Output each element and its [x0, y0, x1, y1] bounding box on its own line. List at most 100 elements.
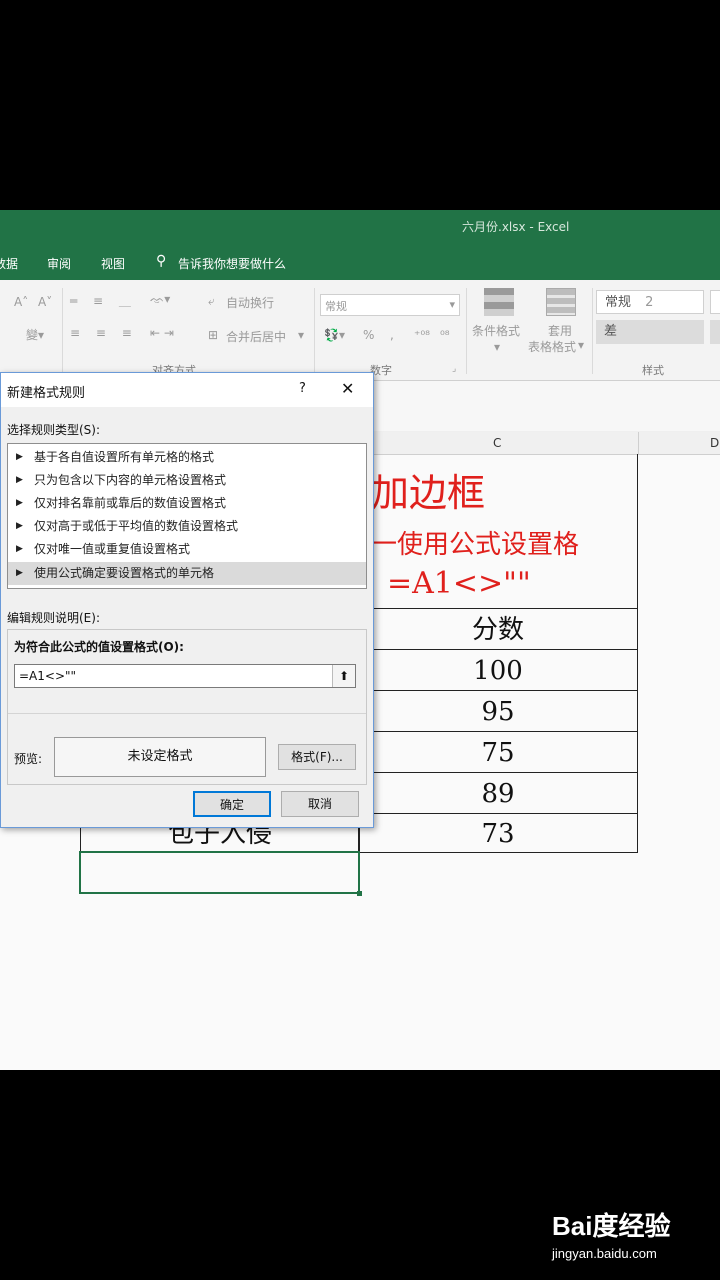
- triangle-right-icon: ▶: [16, 452, 23, 462]
- select-rule-type-label: 选择规则类型(S):: [7, 423, 101, 437]
- ribbon-home: A˄ A˅ 變▾ ═ ≡ ＿ ᨎ▾ ≡ ≡ ≡ ⇤ ⇥ ⤶ 自动换行 ⊞ 合并后…: [0, 280, 720, 381]
- style-number: 2: [645, 295, 654, 310]
- style-normal[interactable]: 常规 2: [596, 290, 704, 314]
- triangle-right-icon: ▶: [16, 498, 23, 508]
- score-value: 75: [481, 738, 515, 768]
- dialog-header: 新建格式规则 ? ✕: [1, 373, 373, 407]
- tell-me-input[interactable]: 告诉我你想要做什么: [178, 255, 286, 272]
- formula-label: 为符合此公式的值设置格式(O):: [14, 640, 184, 654]
- style-next[interactable]: [710, 290, 720, 314]
- title-line-1: 加边框: [371, 471, 486, 515]
- decrease-font-icon[interactable]: A˅: [38, 295, 52, 309]
- triangle-right-icon: ▶: [16, 544, 23, 554]
- table-row[interactable]: 75: [358, 731, 638, 773]
- group-separator: [62, 288, 63, 374]
- table-format-icon[interactable]: [546, 288, 576, 316]
- column-c-header[interactable]: C: [493, 436, 501, 450]
- number-format-select[interactable]: 常规 ▾: [320, 294, 460, 316]
- ribbon-tabs: 数据 审阅 视图 ⚲ 告诉我你想要做什么: [0, 244, 720, 280]
- list-item[interactable]: ▶ 仅对高于或低于平均值的数值设置格式: [8, 515, 366, 538]
- title-line-3: =A1<>"": [387, 566, 531, 601]
- decrease-decimal-icon[interactable]: ⁰⁸: [440, 328, 450, 342]
- tab-data[interactable]: 数据: [0, 255, 18, 272]
- number-format-value: 常规: [325, 300, 347, 313]
- window-title: 六月份.xlsx - Excel: [462, 220, 570, 234]
- conditional-format-button[interactable]: 条件格式: [472, 322, 520, 339]
- triangle-right-icon: ▶: [16, 521, 23, 531]
- score-value: 95: [481, 697, 515, 727]
- title-line-2: 一使用公式设置格: [371, 530, 580, 560]
- chevron-down-icon: ▾: [449, 298, 455, 311]
- list-item[interactable]: ▶ 基于各自值设置所有单元格的格式: [8, 446, 366, 469]
- edit-rule-desc-label: 编辑规则说明(E):: [7, 611, 100, 625]
- formula-input[interactable]: =A1<>"" ⬆: [14, 664, 356, 688]
- triangle-right-icon: ▶: [16, 568, 23, 578]
- score-value: 89: [481, 779, 515, 809]
- style-next-2[interactable]: [710, 320, 720, 344]
- rule-type-list[interactable]: ▶ 基于各自值设置所有单元格的格式 ▶ 只为包含以下内容的单元格设置格式 ▶ 仅对排名…: [7, 443, 367, 589]
- preview-text: 未设定格式: [127, 749, 193, 764]
- merge-center-button[interactable]: 合并后居中: [226, 328, 286, 345]
- list-item[interactable]: ▶ 仅对排名靠前或靠后的数值设置格式: [8, 492, 366, 515]
- group-styles-label: 样式: [642, 364, 664, 377]
- list-item[interactable]: ▶ 只为包含以下内容的单元格设置格式: [8, 469, 366, 492]
- dialog-title: 新建格式规则: [7, 386, 86, 401]
- table-format-label-2[interactable]: 表格格式: [528, 338, 576, 355]
- indent-icons[interactable]: ⇤ ⇥: [150, 326, 174, 340]
- score-header: 分数: [471, 615, 524, 645]
- chevron-down-icon[interactable]: ▾: [494, 340, 500, 354]
- align-left-icons[interactable]: ≡ ≡ ≡: [70, 326, 138, 340]
- table-format-label-1[interactable]: 套用: [548, 322, 572, 339]
- currency-icon[interactable]: 💱▾: [324, 328, 345, 342]
- score-value: 100: [473, 656, 523, 686]
- group-separator: [466, 288, 467, 374]
- phonetic-icon[interactable]: 變▾: [26, 326, 44, 343]
- format-preview: 未设定格式: [54, 737, 266, 777]
- selected-cell[interactable]: [79, 851, 362, 896]
- fill-handle[interactable]: [357, 891, 362, 896]
- chevron-down-icon[interactable]: ▾: [298, 328, 304, 342]
- tab-view[interactable]: 视图: [101, 255, 125, 272]
- list-item[interactable]: ▶ 仅对唯一值或重复值设置格式: [8, 538, 366, 561]
- collapse-dialog-icon[interactable]: ⬆: [332, 665, 355, 687]
- help-button[interactable]: ?: [299, 381, 306, 396]
- close-icon[interactable]: ✕: [341, 379, 354, 398]
- triangle-right-icon: ▶: [16, 475, 23, 485]
- chevron-down-icon[interactable]: ▾: [578, 338, 584, 352]
- score-value: 73: [481, 819, 515, 849]
- tab-review[interactable]: 审阅: [47, 255, 71, 272]
- table-row[interactable]: 89: [358, 772, 638, 814]
- table-row[interactable]: 73: [358, 813, 638, 853]
- comma-button[interactable]: ,: [390, 328, 394, 342]
- list-item-selected[interactable]: ▶ 使用公式确定要设置格式的单元格: [8, 562, 366, 585]
- baidu-url: jingyan.baidu.com: [552, 1246, 657, 1261]
- search-icon[interactable]: ⚲: [156, 253, 166, 269]
- align-top-icons[interactable]: ═ ≡ ＿: [70, 292, 137, 309]
- title-bar: 六月份.xlsx - Excel: [0, 210, 720, 244]
- table-row[interactable]: 95: [358, 690, 638, 732]
- cancel-button[interactable]: 取消: [281, 791, 359, 817]
- increase-font-icon[interactable]: A˄: [14, 295, 28, 309]
- style-bad[interactable]: 差: [596, 320, 704, 344]
- ok-button[interactable]: 确定: [193, 791, 271, 817]
- new-format-rule-dialog: 新建格式规则 ? ✕ 选择规则类型(S): ▶ 基于各自值设置所有单元格的格式 ▶…: [0, 372, 374, 828]
- orientation-icon[interactable]: ᨎ▾: [150, 292, 170, 307]
- format-button[interactable]: 格式(F)...: [278, 744, 356, 770]
- style-bad-label: 差: [604, 324, 618, 339]
- wrap-text-icon[interactable]: ⤶: [208, 294, 215, 309]
- dialog-launcher-icon[interactable]: ⌟: [452, 364, 456, 374]
- merge-icon[interactable]: ⊞: [208, 328, 218, 342]
- increase-decimal-icon[interactable]: ⁺⁰⁸: [414, 328, 430, 342]
- column-d-header[interactable]: D: [710, 436, 719, 450]
- group-separator: [592, 288, 593, 374]
- wrap-text-button[interactable]: 自动换行: [226, 294, 274, 311]
- group-separator: [314, 288, 315, 374]
- percent-button[interactable]: %: [363, 328, 374, 342]
- table-row[interactable]: 100: [358, 649, 638, 691]
- score-header-cell[interactable]: 分数: [358, 608, 638, 650]
- rule-description-panel: 为符合此公式的值设置格式(O): =A1<>"" ⬆ 预览: 未设定格式 格式(…: [7, 629, 367, 785]
- baidu-brand: Bai度经验: [552, 1211, 671, 1241]
- conditional-format-icon[interactable]: [484, 288, 514, 316]
- formula-value: =A1<>"": [19, 669, 77, 683]
- preview-label: 预览:: [14, 752, 43, 766]
